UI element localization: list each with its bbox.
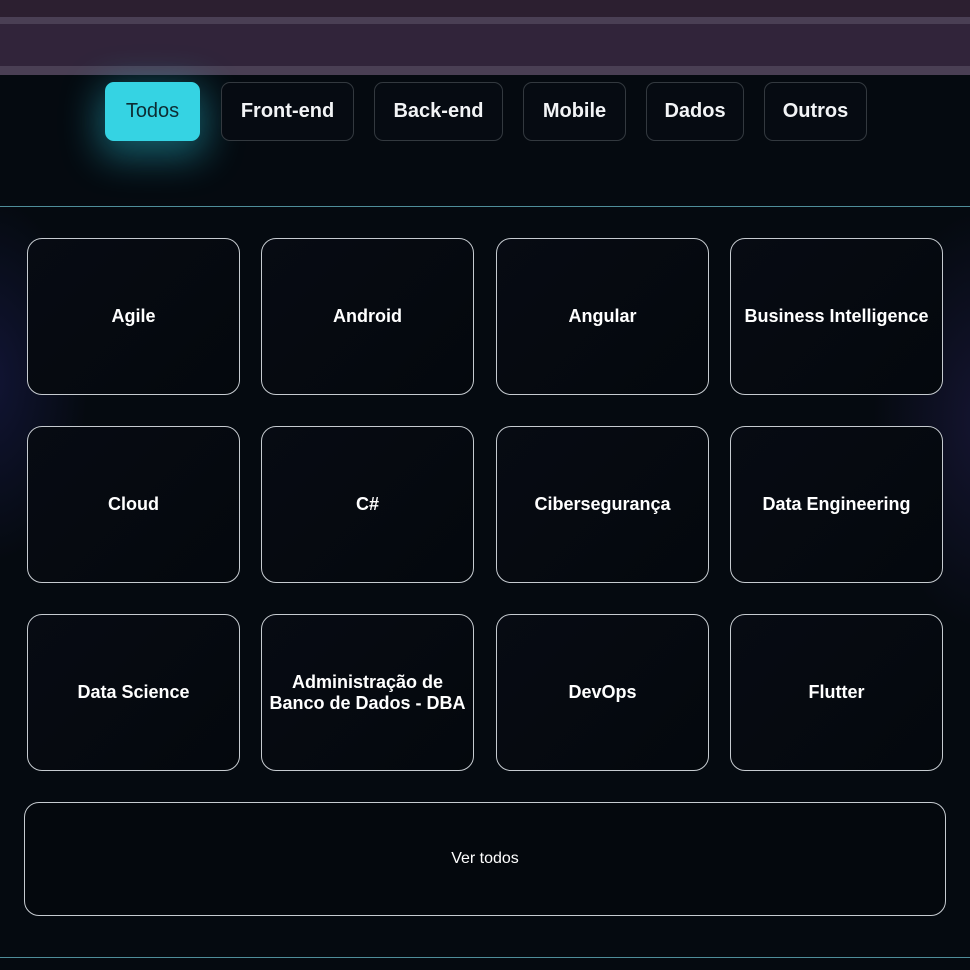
category-card-ciberseguranca[interactable]: Cibersegurança [496, 426, 709, 583]
page: Todos Front-end Back-end Mobile Dados Ou… [0, 0, 970, 970]
top-navigation-bar [0, 0, 970, 75]
filter-tab-outros[interactable]: Outros [764, 82, 867, 141]
category-filter-tabs: Todos Front-end Back-end Mobile Dados Ou… [0, 82, 970, 144]
category-card-agile[interactable]: Agile [27, 238, 240, 395]
topbar-band [0, 0, 970, 17]
category-card-devops[interactable]: DevOps [496, 614, 709, 771]
category-card-android[interactable]: Android [261, 238, 474, 395]
topbar-divider [0, 66, 970, 75]
filter-tab-back-end[interactable]: Back-end [374, 82, 503, 141]
category-card-data-engineering[interactable]: Data Engineering [730, 426, 943, 583]
category-card-cloud[interactable]: Cloud [27, 426, 240, 583]
filter-tab-todos[interactable]: Todos [105, 82, 200, 141]
category-card-angular[interactable]: Angular [496, 238, 709, 395]
category-card-flutter[interactable]: Flutter [730, 614, 943, 771]
filter-tab-front-end[interactable]: Front-end [221, 82, 354, 141]
topbar-divider [0, 17, 970, 24]
filter-tab-mobile[interactable]: Mobile [523, 82, 626, 141]
category-card-data-science[interactable]: Data Science [27, 614, 240, 771]
category-card-business-intelligence[interactable]: Business Intelligence [730, 238, 943, 395]
see-all-button[interactable]: Ver todos [24, 802, 946, 916]
section-divider-top [0, 206, 970, 207]
category-card-dba[interactable]: Administração de Banco de Dados - DBA [261, 614, 474, 771]
category-card-csharp[interactable]: C# [261, 426, 474, 583]
section-divider-bottom [0, 957, 970, 958]
topbar-band [0, 24, 970, 66]
filter-tab-dados[interactable]: Dados [646, 82, 744, 141]
